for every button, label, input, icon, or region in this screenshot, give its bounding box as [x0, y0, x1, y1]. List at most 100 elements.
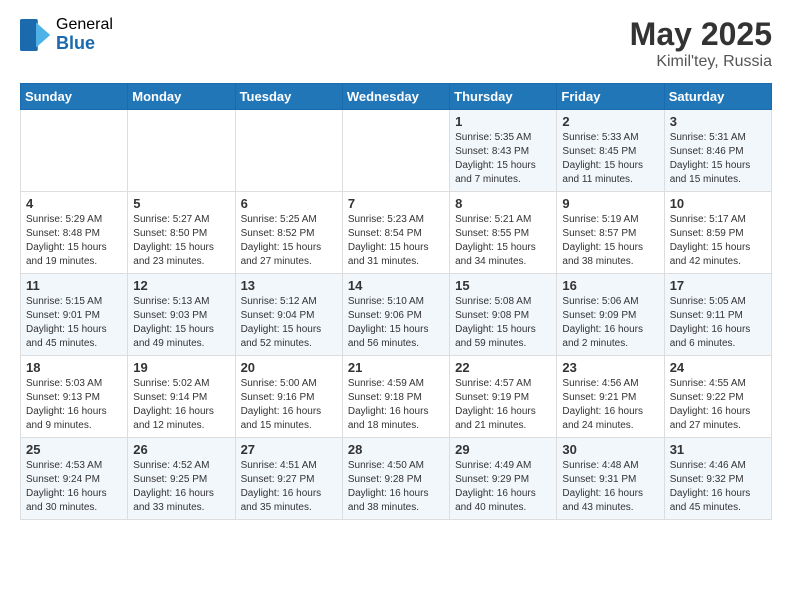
calendar-cell: 19Sunrise: 5:02 AM Sunset: 9:14 PM Dayli…: [128, 356, 235, 438]
day-info: Sunrise: 5:21 AM Sunset: 8:55 PM Dayligh…: [455, 213, 551, 269]
calendar-cell: 24 Sunrise: 4:55 AM Sunset: 9:22 PM Dayli…: [664, 356, 771, 438]
day-number: 16: [562, 278, 658, 293]
day-info: Sunrise: 5:03 AM Sunset: 9:13 PM Dayligh…: [26, 377, 122, 433]
day-info: Sunrise: 5:33 AM Sunset: 8:45 PM Dayligh…: [562, 131, 658, 187]
calendar-cell: 16Sunrise: 5:06 AM Sunset: 9:09 PM Dayli…: [557, 274, 664, 356]
day-number: 18: [26, 360, 122, 375]
day-number: 9: [562, 196, 658, 211]
page-header: General Blue May 2025 Kimil'tey, Russia: [20, 16, 772, 71]
calendar-table: SundayMondayTuesdayWednesdayThursdayFrid…: [20, 83, 772, 520]
calendar-week-row: 1 Sunrise: 5:35 AM Sunset: 8:43 PM Daylig…: [21, 110, 772, 192]
day-number: 6: [241, 196, 337, 211]
calendar-cell: 27 Sunrise: 4:51 AM Sunset: 9:27 PM Dayli…: [235, 438, 342, 520]
day-header-monday: Monday: [128, 84, 235, 110]
calendar-cell: 4 Sunrise: 5:29 AM Sunset: 8:48 PM Daylig…: [21, 192, 128, 274]
day-number: 27: [241, 442, 337, 457]
day-number: 26: [133, 442, 229, 457]
calendar-week-row: 25Sunrise: 4:53 AM Sunset: 9:24 PM Dayli…: [21, 438, 772, 520]
day-header-thursday: Thursday: [450, 84, 557, 110]
day-number: 21: [348, 360, 444, 375]
day-number: 14: [348, 278, 444, 293]
calendar-cell: 17 Sunrise: 5:05 AM Sunset: 9:11 PM Dayli…: [664, 274, 771, 356]
day-info: Sunrise: 4:48 AM Sunset: 9:31 PM Dayligh…: [562, 459, 658, 515]
calendar-cell: 8 Sunrise: 5:21 AM Sunset: 8:55 PM Daylig…: [450, 192, 557, 274]
day-info: Sunrise: 4:49 AM Sunset: 9:29 PM Dayligh…: [455, 459, 551, 515]
calendar-header-row: SundayMondayTuesdayWednesdayThursdayFrid…: [21, 84, 772, 110]
day-info: Sunrise: 5:19 AM Sunset: 8:57 PM Dayligh…: [562, 213, 658, 269]
day-number: 24: [670, 360, 766, 375]
day-number: 7: [348, 196, 444, 211]
day-info: Sunrise: 5:15 AM Sunset: 9:01 PM Dayligh…: [26, 295, 122, 351]
day-number: 8: [455, 196, 551, 211]
day-info: Sunrise: 4:56 AM Sunset: 9:21 PM Dayligh…: [562, 377, 658, 433]
day-number: 17: [670, 278, 766, 293]
calendar-cell: 12Sunrise: 5:13 AM Sunset: 9:03 PM Dayli…: [128, 274, 235, 356]
calendar-cell: 7 Sunrise: 5:23 AM Sunset: 8:54 PM Daylig…: [342, 192, 449, 274]
calendar-title: May 2025: [630, 16, 772, 53]
day-number: 2: [562, 114, 658, 129]
day-number: 10: [670, 196, 766, 211]
day-info: Sunrise: 4:59 AM Sunset: 9:18 PM Dayligh…: [348, 377, 444, 433]
day-info: Sunrise: 4:51 AM Sunset: 9:27 PM Dayligh…: [241, 459, 337, 515]
day-number: 29: [455, 442, 551, 457]
day-info: Sunrise: 5:17 AM Sunset: 8:59 PM Dayligh…: [670, 213, 766, 269]
day-number: 31: [670, 442, 766, 457]
logo-text: General Blue: [56, 16, 113, 53]
logo-icon: [20, 19, 52, 51]
calendar-cell: 1 Sunrise: 5:35 AM Sunset: 8:43 PM Daylig…: [450, 110, 557, 192]
calendar-cell: 21 Sunrise: 4:59 AM Sunset: 9:18 PM Dayli…: [342, 356, 449, 438]
day-number: 23: [562, 360, 658, 375]
day-info: Sunrise: 4:55 AM Sunset: 9:22 PM Dayligh…: [670, 377, 766, 433]
calendar-cell: 20 Sunrise: 5:00 AM Sunset: 9:16 PM Dayli…: [235, 356, 342, 438]
calendar-cell: 2 Sunrise: 5:33 AM Sunset: 8:45 PM Daylig…: [557, 110, 664, 192]
day-number: 1: [455, 114, 551, 129]
day-info: Sunrise: 5:13 AM Sunset: 9:03 PM Dayligh…: [133, 295, 229, 351]
calendar-cell: 29 Sunrise: 4:49 AM Sunset: 9:29 PM Dayli…: [450, 438, 557, 520]
day-info: Sunrise: 5:23 AM Sunset: 8:54 PM Dayligh…: [348, 213, 444, 269]
calendar-cell: 10 Sunrise: 5:17 AM Sunset: 8:59 PM Dayli…: [664, 192, 771, 274]
calendar-cell: 14 Sunrise: 5:10 AM Sunset: 9:06 PM Dayli…: [342, 274, 449, 356]
day-number: 20: [241, 360, 337, 375]
calendar-cell: 9 Sunrise: 5:19 AM Sunset: 8:57 PM Daylig…: [557, 192, 664, 274]
day-number: 3: [670, 114, 766, 129]
calendar-week-row: 18 Sunrise: 5:03 AM Sunset: 9:13 PM Dayli…: [21, 356, 772, 438]
day-info: Sunrise: 5:00 AM Sunset: 9:16 PM Dayligh…: [241, 377, 337, 433]
day-header-friday: Friday: [557, 84, 664, 110]
day-info: Sunrise: 4:50 AM Sunset: 9:28 PM Dayligh…: [348, 459, 444, 515]
calendar-cell: 22Sunrise: 4:57 AM Sunset: 9:19 PM Dayli…: [450, 356, 557, 438]
day-info: Sunrise: 5:10 AM Sunset: 9:06 PM Dayligh…: [348, 295, 444, 351]
day-info: Sunrise: 5:29 AM Sunset: 8:48 PM Dayligh…: [26, 213, 122, 269]
calendar-cell: 30 Sunrise: 4:48 AM Sunset: 9:31 PM Dayli…: [557, 438, 664, 520]
calendar-cell: 5Sunrise: 5:27 AM Sunset: 8:50 PM Daylig…: [128, 192, 235, 274]
calendar-cell: 6 Sunrise: 5:25 AM Sunset: 8:52 PM Daylig…: [235, 192, 342, 274]
calendar-cell: 13Sunrise: 5:12 AM Sunset: 9:04 PM Dayli…: [235, 274, 342, 356]
day-header-sunday: Sunday: [21, 84, 128, 110]
logo: General Blue: [20, 16, 113, 53]
calendar-week-row: 4 Sunrise: 5:29 AM Sunset: 8:48 PM Daylig…: [21, 192, 772, 274]
calendar-cell: 3 Sunrise: 5:31 AM Sunset: 8:46 PM Daylig…: [664, 110, 771, 192]
day-number: 4: [26, 196, 122, 211]
day-number: 15: [455, 278, 551, 293]
day-info: Sunrise: 5:35 AM Sunset: 8:43 PM Dayligh…: [455, 131, 551, 187]
calendar-cell: 25Sunrise: 4:53 AM Sunset: 9:24 PM Dayli…: [21, 438, 128, 520]
day-info: Sunrise: 5:05 AM Sunset: 9:11 PM Dayligh…: [670, 295, 766, 351]
logo-blue: Blue: [56, 34, 113, 54]
day-number: 5: [133, 196, 229, 211]
logo-general: General: [56, 16, 113, 34]
day-info: Sunrise: 4:46 AM Sunset: 9:32 PM Dayligh…: [670, 459, 766, 515]
day-info: Sunrise: 5:12 AM Sunset: 9:04 PM Dayligh…: [241, 295, 337, 351]
day-info: Sunrise: 5:31 AM Sunset: 8:46 PM Dayligh…: [670, 131, 766, 187]
day-number: 30: [562, 442, 658, 457]
calendar-page: General Blue May 2025 Kimil'tey, Russia …: [0, 0, 792, 540]
calendar-cell: 23 Sunrise: 4:56 AM Sunset: 9:21 PM Dayli…: [557, 356, 664, 438]
calendar-cell: 15 Sunrise: 5:08 AM Sunset: 9:08 PM Dayli…: [450, 274, 557, 356]
calendar-week-row: 11Sunrise: 5:15 AM Sunset: 9:01 PM Dayli…: [21, 274, 772, 356]
day-number: 25: [26, 442, 122, 457]
day-info: Sunrise: 5:08 AM Sunset: 9:08 PM Dayligh…: [455, 295, 551, 351]
calendar-cell: [342, 110, 449, 192]
day-info: Sunrise: 4:57 AM Sunset: 9:19 PM Dayligh…: [455, 377, 551, 433]
calendar-cell: 18 Sunrise: 5:03 AM Sunset: 9:13 PM Dayli…: [21, 356, 128, 438]
calendar-cell: 26 Sunrise: 4:52 AM Sunset: 9:25 PM Dayli…: [128, 438, 235, 520]
day-info: Sunrise: 4:52 AM Sunset: 9:25 PM Dayligh…: [133, 459, 229, 515]
day-info: Sunrise: 5:25 AM Sunset: 8:52 PM Dayligh…: [241, 213, 337, 269]
